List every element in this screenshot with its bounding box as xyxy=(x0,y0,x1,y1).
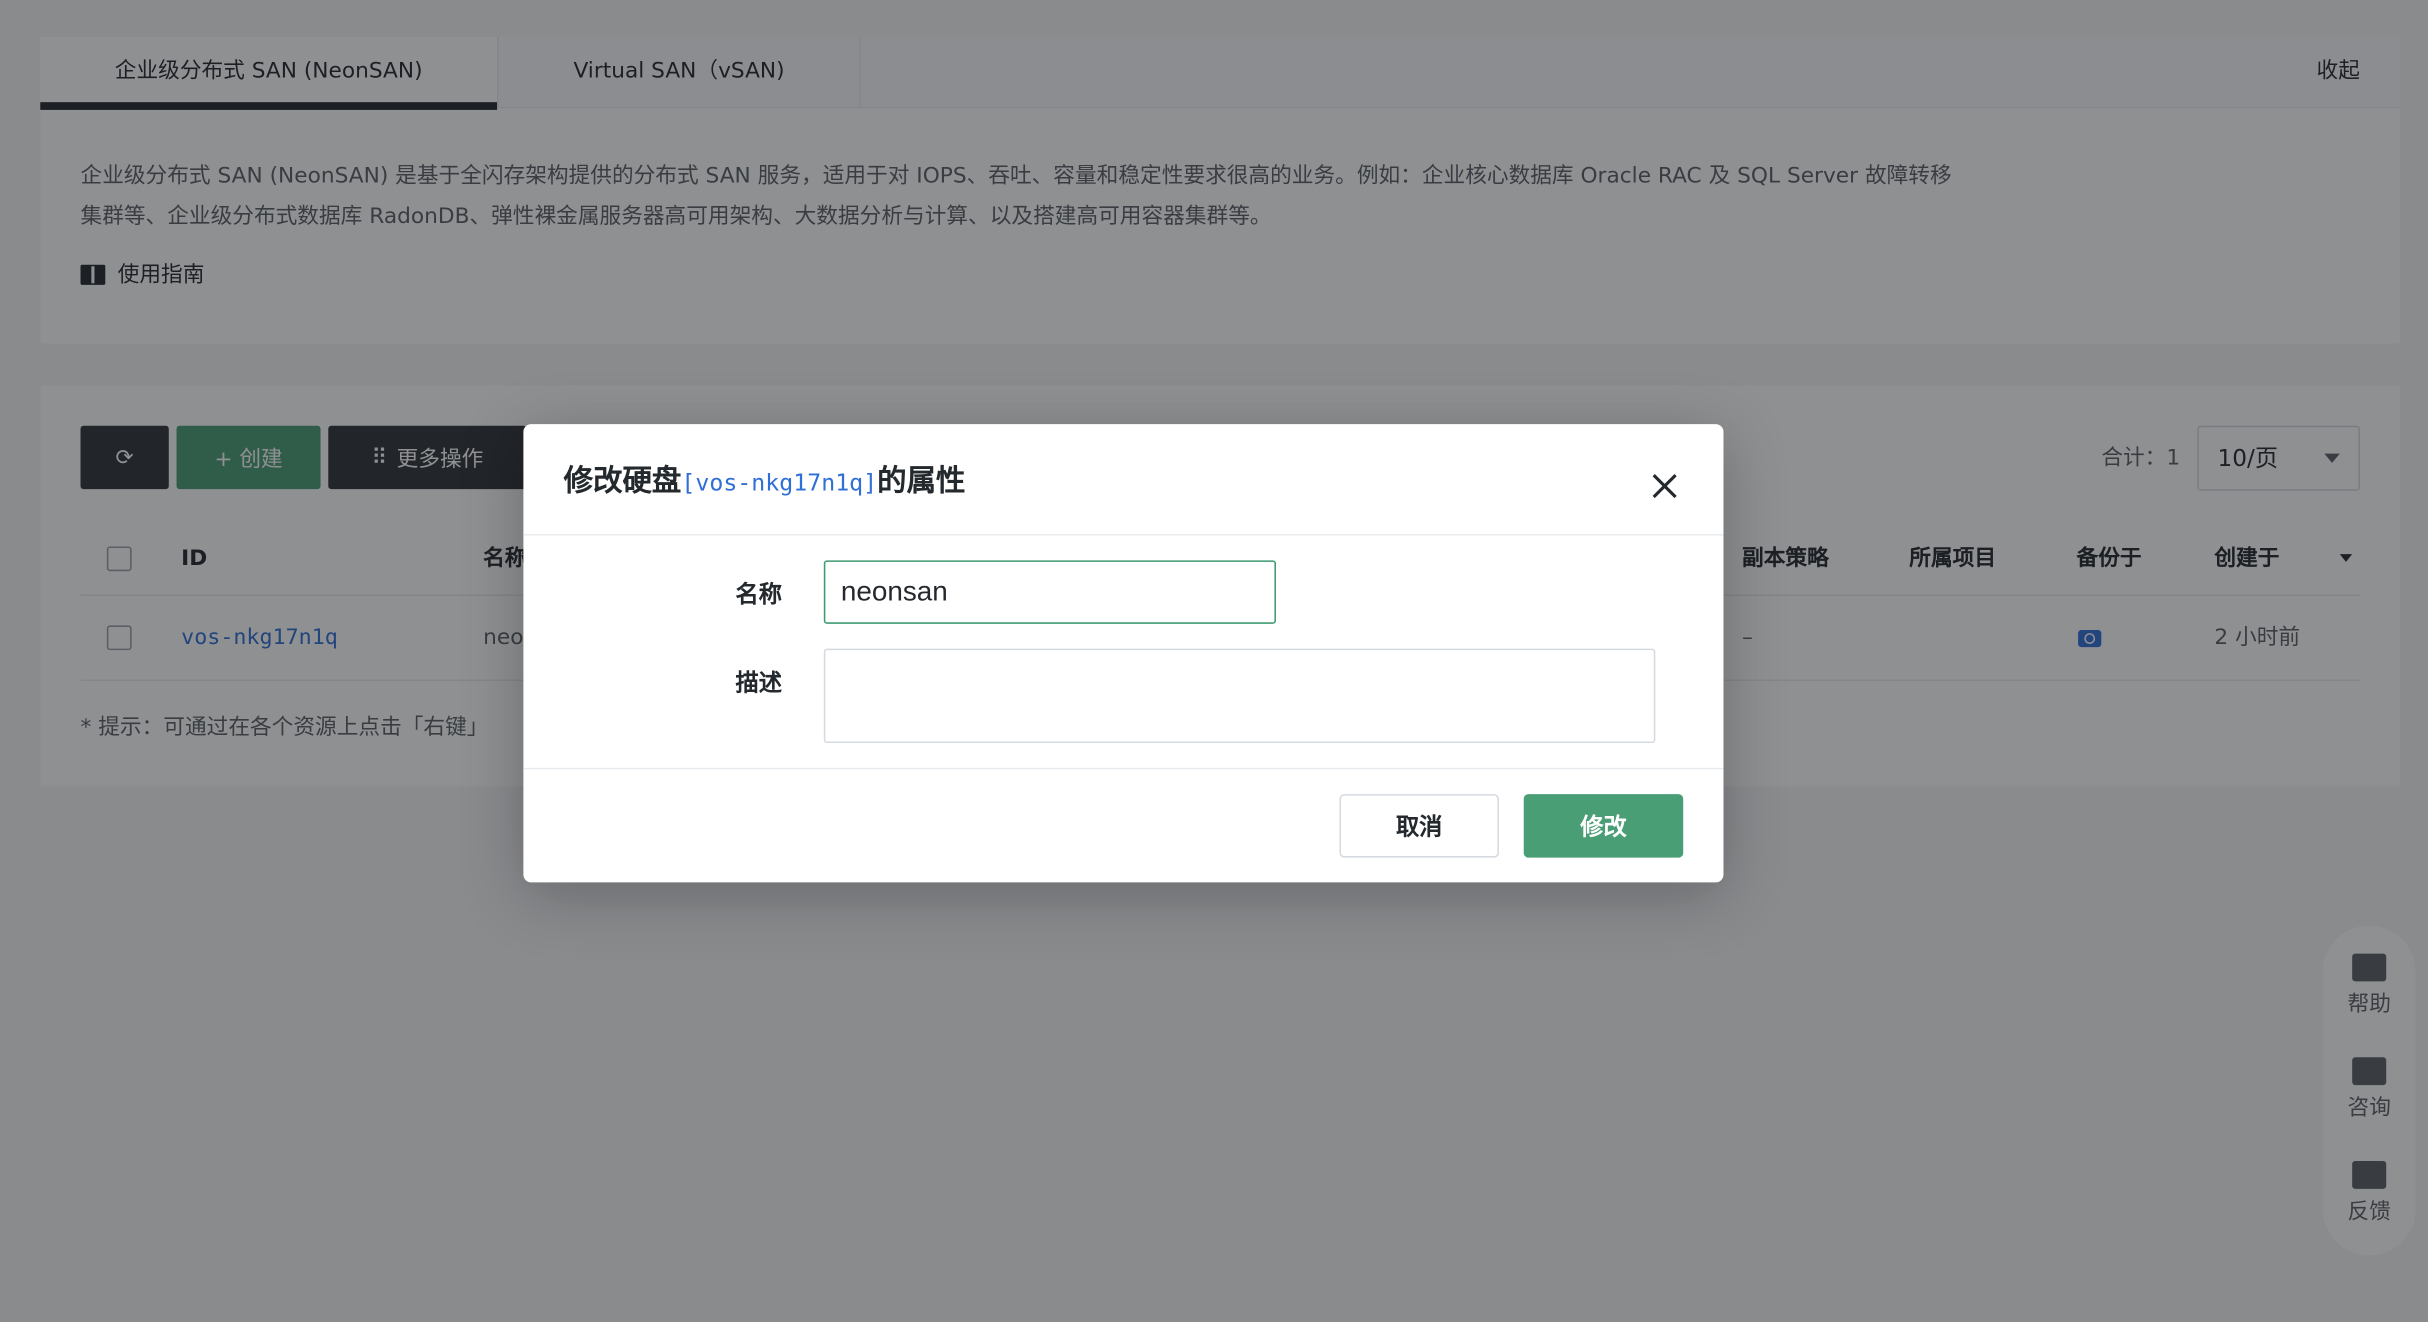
modal-title: 修改硬盘 [vos-nkg17n1q] 的属性 xyxy=(564,458,966,500)
description-label: 描述 xyxy=(735,668,783,697)
modal-title-prefix: 修改硬盘 xyxy=(563,464,682,499)
page: 企业级分布式 SAN (NeonSAN) Virtual SAN（vSAN) 收… xyxy=(0,0,2428,1322)
close-icon[interactable] xyxy=(1649,471,1680,502)
cancel-button[interactable]: 取消 xyxy=(1339,794,1499,858)
modal-footer: 取消 修改 xyxy=(523,767,1724,883)
name-label: 名称 xyxy=(735,580,783,609)
description-input[interactable] xyxy=(823,648,1656,744)
edit-volume-modal: 修改硬盘 [vos-nkg17n1q] 的属性 名称 描述 取消 修改 xyxy=(523,424,1724,883)
submit-button[interactable]: 修改 xyxy=(1523,794,1684,858)
modal-title-suffix: 的属性 xyxy=(877,464,966,499)
name-input[interactable] xyxy=(823,560,1276,624)
modal-title-volume-id: [vos-nkg17n1q] xyxy=(681,469,878,497)
modal-header: 修改硬盘 [vos-nkg17n1q] 的属性 xyxy=(523,424,1724,536)
